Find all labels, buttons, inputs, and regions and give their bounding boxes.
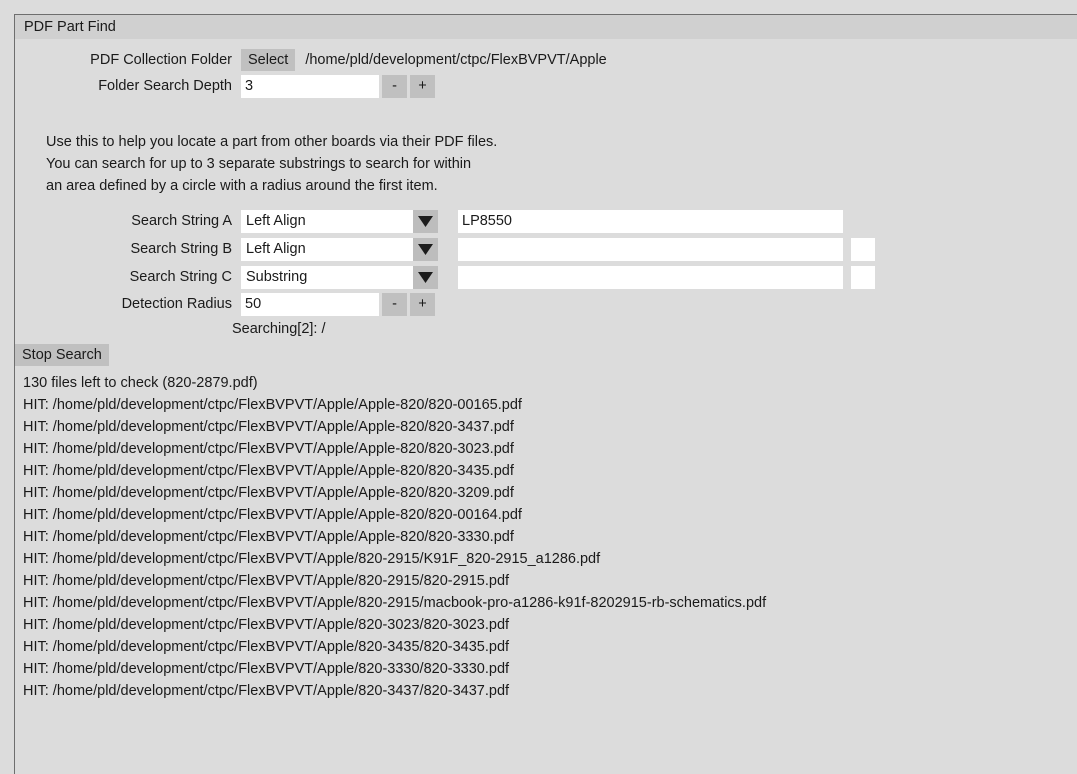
log-line: HIT: /home/pld/development/ctpc/FlexBVPV… [23,419,514,435]
search-results-log[interactable]: 130 files left to check (820-2879.pdf) H… [23,372,1077,702]
log-line: HIT: /home/pld/development/ctpc/FlexBVPV… [23,441,514,457]
log-line: HIT: /home/pld/development/ctpc/FlexBVPV… [23,661,510,677]
folder-search-depth-label: Folder Search Depth [98,78,232,94]
pdf-part-find-groupbox: PDF Part Find PDF Collection Folder Sele… [14,14,1077,774]
log-line: HIT: /home/pld/development/ctpc/FlexBVPV… [23,397,522,413]
search-string-a-label: Search String A [131,213,232,229]
log-line: HIT: /home/pld/development/ctpc/FlexBVPV… [23,683,510,699]
window-titlebar: PDF Part Find [15,15,1077,39]
folder-search-depth-decrement-button[interactable]: - [382,74,407,98]
chevron-down-icon[interactable] [413,209,438,233]
log-line: HIT: /home/pld/development/ctpc/FlexBVPV… [23,507,522,523]
log-line: 130 files left to check (820-2879.pdf) [23,375,258,391]
searching-status-text: Searching[2]: / [232,321,326,337]
search-string-c-extra-box[interactable] [851,265,875,289]
log-line: HIT: /home/pld/development/ctpc/FlexBVPV… [23,529,514,545]
help-line-1: Use this to help you locate a part from … [46,134,498,150]
search-string-a-row: Search String A Left Align [15,209,1015,233]
form-content: PDF Collection Folder Select /home/pld/d… [15,39,1077,774]
search-string-b-mode-select[interactable]: Left Align [241,237,438,261]
search-string-b-label: Search String B [130,241,232,257]
search-string-a-input[interactable] [458,209,843,233]
stop-search-button[interactable]: Stop Search [15,344,109,366]
search-string-b-extra-box[interactable] [851,237,875,261]
detection-radius-input[interactable] [241,292,379,316]
collection-folder-label: PDF Collection Folder [90,52,232,68]
search-string-c-row: Search String C Substring [15,265,1015,289]
search-string-a-mode-select[interactable]: Left Align [241,209,438,233]
log-line: HIT: /home/pld/development/ctpc/FlexBVPV… [23,573,510,589]
log-line: HIT: /home/pld/development/ctpc/FlexBVPV… [23,595,767,611]
search-string-c-mode-select[interactable]: Substring [241,265,438,289]
search-string-b-input[interactable] [458,237,843,261]
search-string-c-input[interactable] [458,265,843,289]
search-string-c-mode-value: Substring [241,265,413,289]
folder-search-depth-increment-button[interactable]: + [410,74,435,98]
select-folder-button[interactable]: Select [241,49,296,71]
detection-radius-increment-button[interactable]: + [410,292,435,316]
page-title: PDF Part Find [24,18,116,35]
log-line: HIT: /home/pld/development/ctpc/FlexBVPV… [23,463,514,479]
log-line: HIT: /home/pld/development/ctpc/FlexBVPV… [23,617,510,633]
log-line: HIT: /home/pld/development/ctpc/FlexBVPV… [23,485,514,501]
help-text: Use this to help you locate a part from … [46,131,497,197]
help-line-2: You can search for up to 3 separate subs… [46,156,472,172]
log-line: HIT: /home/pld/development/ctpc/FlexBVPV… [23,639,510,655]
search-string-c-label: Search String C [129,269,232,285]
folder-search-depth-input[interactable] [241,74,379,98]
detection-radius-decrement-button[interactable]: - [382,292,407,316]
detection-radius-label: Detection Radius [121,296,232,312]
chevron-down-icon[interactable] [413,237,438,261]
detection-radius-row: Detection Radius - + [15,292,515,316]
folder-search-depth-row: Folder Search Depth - + [15,74,515,98]
search-string-b-mode-value: Left Align [241,237,413,261]
help-line-3: an area defined by a circle with a radiu… [46,178,438,194]
search-string-b-row: Search String B Left Align [15,237,1015,261]
log-line: HIT: /home/pld/development/ctpc/FlexBVPV… [23,551,601,567]
chevron-down-icon[interactable] [413,265,438,289]
collection-folder-path: /home/pld/development/ctpc/FlexBVPVT/App… [305,52,607,68]
collection-folder-row: PDF Collection Folder Select /home/pld/d… [15,48,1015,72]
search-string-a-mode-value: Left Align [241,209,413,233]
